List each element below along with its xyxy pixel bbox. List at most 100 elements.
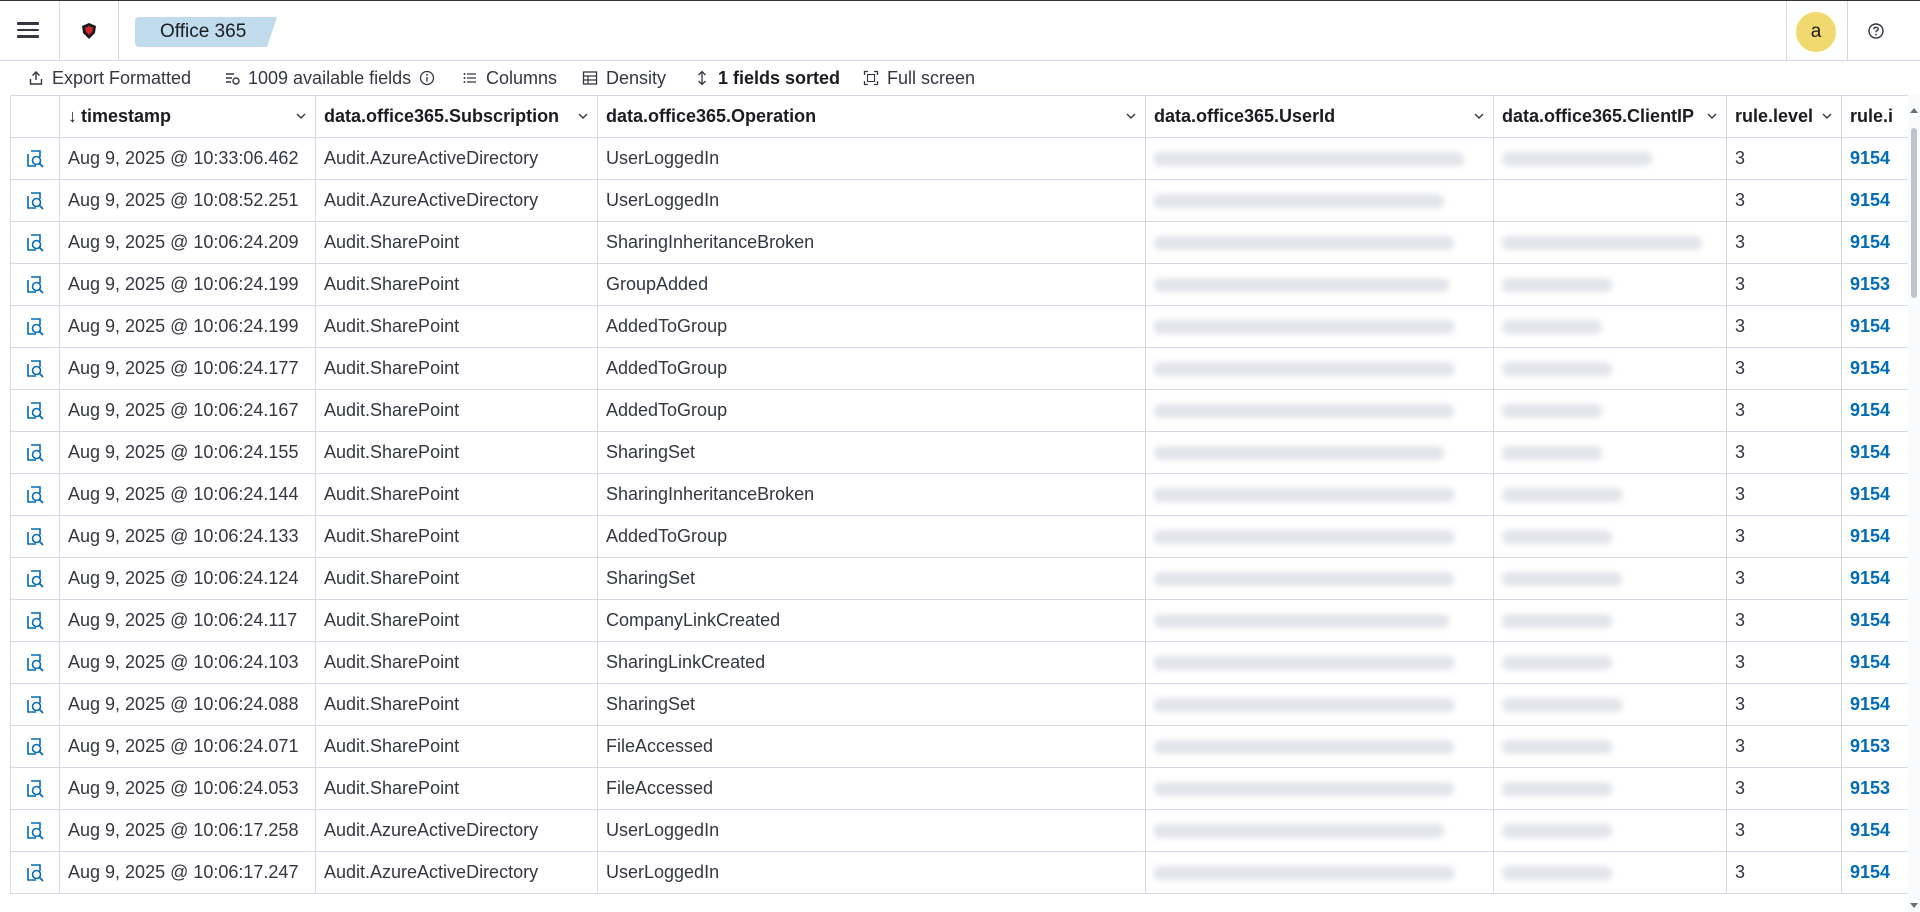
chevron-down-icon[interactable]	[1706, 110, 1718, 122]
expand-cell[interactable]	[10, 137, 60, 180]
expand-cell[interactable]	[10, 473, 60, 516]
table-row[interactable]: Aug 9, 2025 @ 10:06:24.133 Audit.SharePoi…	[10, 515, 1908, 558]
column-header-rule-level[interactable]: rule.level	[1726, 95, 1842, 138]
expand-cell[interactable]	[10, 767, 60, 810]
inspect-document-icon[interactable]	[25, 653, 45, 673]
table-row[interactable]: Aug 9, 2025 @ 10:06:24.053 Audit.SharePoi…	[10, 767, 1908, 810]
cell-rule-id-link[interactable]: 9154	[1841, 221, 1908, 264]
inspect-document-icon[interactable]	[25, 359, 45, 379]
export-formatted-button[interactable]: Export Formatted	[28, 61, 191, 95]
cell-rule-id-link[interactable]: 9153	[1841, 725, 1908, 768]
inspect-document-icon[interactable]	[25, 233, 45, 253]
hamburger-icon[interactable]	[14, 19, 42, 43]
expand-cell[interactable]	[10, 347, 60, 390]
expand-cell[interactable]	[10, 809, 60, 852]
cell-rule-id-link[interactable]: 9154	[1841, 683, 1908, 726]
inspect-document-icon[interactable]	[25, 611, 45, 631]
scroll-down-icon[interactable]	[1910, 903, 1918, 908]
cell-rule-id-link[interactable]: 9154	[1841, 515, 1908, 558]
cell-rule-id-link[interactable]: 9154	[1841, 641, 1908, 684]
inspect-document-icon[interactable]	[25, 821, 45, 841]
column-header-rule-id[interactable]: rule.i	[1841, 95, 1908, 138]
table-row[interactable]: Aug 9, 2025 @ 10:06:24.177 Audit.SharePoi…	[10, 347, 1908, 390]
table-row[interactable]: Aug 9, 2025 @ 10:06:24.199 Audit.SharePoi…	[10, 305, 1908, 348]
chevron-down-icon[interactable]	[1125, 110, 1137, 122]
scroll-up-icon[interactable]	[1910, 108, 1918, 113]
expand-cell[interactable]	[10, 389, 60, 432]
chevron-down-icon[interactable]	[577, 110, 589, 122]
cell-rule-id-link[interactable]: 9154	[1841, 809, 1908, 852]
chevron-down-icon[interactable]	[1473, 110, 1485, 122]
cell-rule-id-link[interactable]: 9154	[1841, 137, 1908, 180]
cell-rule-id-link[interactable]: 9154	[1841, 599, 1908, 642]
table-row[interactable]: Aug 9, 2025 @ 10:06:24.071 Audit.SharePoi…	[10, 725, 1908, 768]
cell-rule-id-link[interactable]: 9154	[1841, 431, 1908, 474]
expand-cell[interactable]	[10, 683, 60, 726]
full-screen-button[interactable]: Full screen	[863, 61, 975, 95]
inspect-document-icon[interactable]	[25, 443, 45, 463]
inspect-document-icon[interactable]	[25, 863, 45, 883]
available-fields-button[interactable]: 1009 available fields	[224, 61, 435, 95]
table-row[interactable]: Aug 9, 2025 @ 10:06:24.199 Audit.SharePoi…	[10, 263, 1908, 306]
inspect-document-icon[interactable]	[25, 695, 45, 715]
expand-cell[interactable]	[10, 725, 60, 768]
inspect-document-icon[interactable]	[25, 569, 45, 589]
expand-cell[interactable]	[10, 557, 60, 600]
shield-logo-icon[interactable]	[82, 23, 96, 39]
chevron-down-icon[interactable]	[295, 110, 307, 122]
table-row[interactable]: Aug 9, 2025 @ 10:06:17.258 Audit.AzureAct…	[10, 809, 1908, 852]
table-row[interactable]: Aug 9, 2025 @ 10:06:24.167 Audit.SharePoi…	[10, 389, 1908, 432]
inspect-document-icon[interactable]	[25, 527, 45, 547]
inspect-document-icon[interactable]	[25, 401, 45, 421]
cell-rule-id-link[interactable]: 9154	[1841, 389, 1908, 432]
expand-cell[interactable]	[10, 641, 60, 684]
table-row[interactable]: Aug 9, 2025 @ 10:06:17.247 Audit.AzureAct…	[10, 851, 1908, 894]
inspect-document-icon[interactable]	[25, 275, 45, 295]
table-row[interactable]: Aug 9, 2025 @ 10:06:24.117 Audit.SharePoi…	[10, 599, 1908, 642]
cell-rule-id-link[interactable]: 9154	[1841, 179, 1908, 222]
help-icon[interactable]	[1868, 23, 1884, 39]
cell-rule-id-link[interactable]: 9154	[1841, 851, 1908, 894]
table-row[interactable]: Aug 9, 2025 @ 10:06:24.088 Audit.SharePoi…	[10, 683, 1908, 726]
cell-rule-id-link[interactable]: 9154	[1841, 305, 1908, 348]
expand-cell[interactable]	[10, 431, 60, 474]
cell-rule-id-link[interactable]: 9153	[1841, 767, 1908, 810]
column-header-subscription[interactable]: data.office365.Subscription	[315, 95, 598, 138]
expand-cell[interactable]	[10, 263, 60, 306]
cell-rule-id-link[interactable]: 9154	[1841, 347, 1908, 390]
breadcrumb-office365[interactable]: Office 365	[135, 17, 277, 47]
expand-cell[interactable]	[10, 179, 60, 222]
expand-cell[interactable]	[10, 305, 60, 348]
column-header-timestamp[interactable]: ↓ timestamp	[59, 95, 316, 138]
column-header-userid[interactable]: data.office365.UserId	[1145, 95, 1494, 138]
column-header-operation[interactable]: data.office365.Operation	[597, 95, 1146, 138]
table-row[interactable]: Aug 9, 2025 @ 10:06:24.124 Audit.SharePoi…	[10, 557, 1908, 600]
column-header-clientip[interactable]: data.office365.ClientIP	[1493, 95, 1727, 138]
expand-cell[interactable]	[10, 851, 60, 894]
table-row[interactable]: Aug 9, 2025 @ 10:08:52.251 Audit.AzureAct…	[10, 179, 1908, 222]
inspect-document-icon[interactable]	[25, 485, 45, 505]
table-row[interactable]: Aug 9, 2025 @ 10:06:24.155 Audit.SharePoi…	[10, 431, 1908, 474]
inspect-document-icon[interactable]	[25, 317, 45, 337]
density-button[interactable]: Density	[582, 61, 666, 95]
sort-fields-button[interactable]: 1 fields sorted	[694, 61, 840, 95]
table-row[interactable]: Aug 9, 2025 @ 10:33:06.462 Audit.AzureAct…	[10, 137, 1908, 180]
columns-button[interactable]: Columns	[462, 61, 557, 95]
cell-rule-id-link[interactable]: 9154	[1841, 473, 1908, 516]
inspect-document-icon[interactable]	[25, 779, 45, 799]
table-row[interactable]: Aug 9, 2025 @ 10:06:24.103 Audit.SharePoi…	[10, 641, 1908, 684]
user-avatar[interactable]: a	[1796, 12, 1836, 52]
cell-rule-id-link[interactable]: 9154	[1841, 557, 1908, 600]
chevron-down-icon[interactable]	[1821, 110, 1833, 122]
expand-cell[interactable]	[10, 599, 60, 642]
inspect-document-icon[interactable]	[25, 149, 45, 169]
inspect-document-icon[interactable]	[25, 737, 45, 757]
inspect-document-icon[interactable]	[25, 191, 45, 211]
scrollbar-thumb[interactable]	[1911, 128, 1917, 298]
table-row[interactable]: Aug 9, 2025 @ 10:06:24.209 Audit.SharePoi…	[10, 221, 1908, 264]
table-row[interactable]: Aug 9, 2025 @ 10:06:24.144 Audit.SharePoi…	[10, 473, 1908, 516]
info-icon[interactable]	[419, 70, 435, 86]
cell-rule-id-link[interactable]: 9153	[1841, 263, 1908, 306]
expand-cell[interactable]	[10, 515, 60, 558]
expand-cell[interactable]	[10, 221, 60, 264]
